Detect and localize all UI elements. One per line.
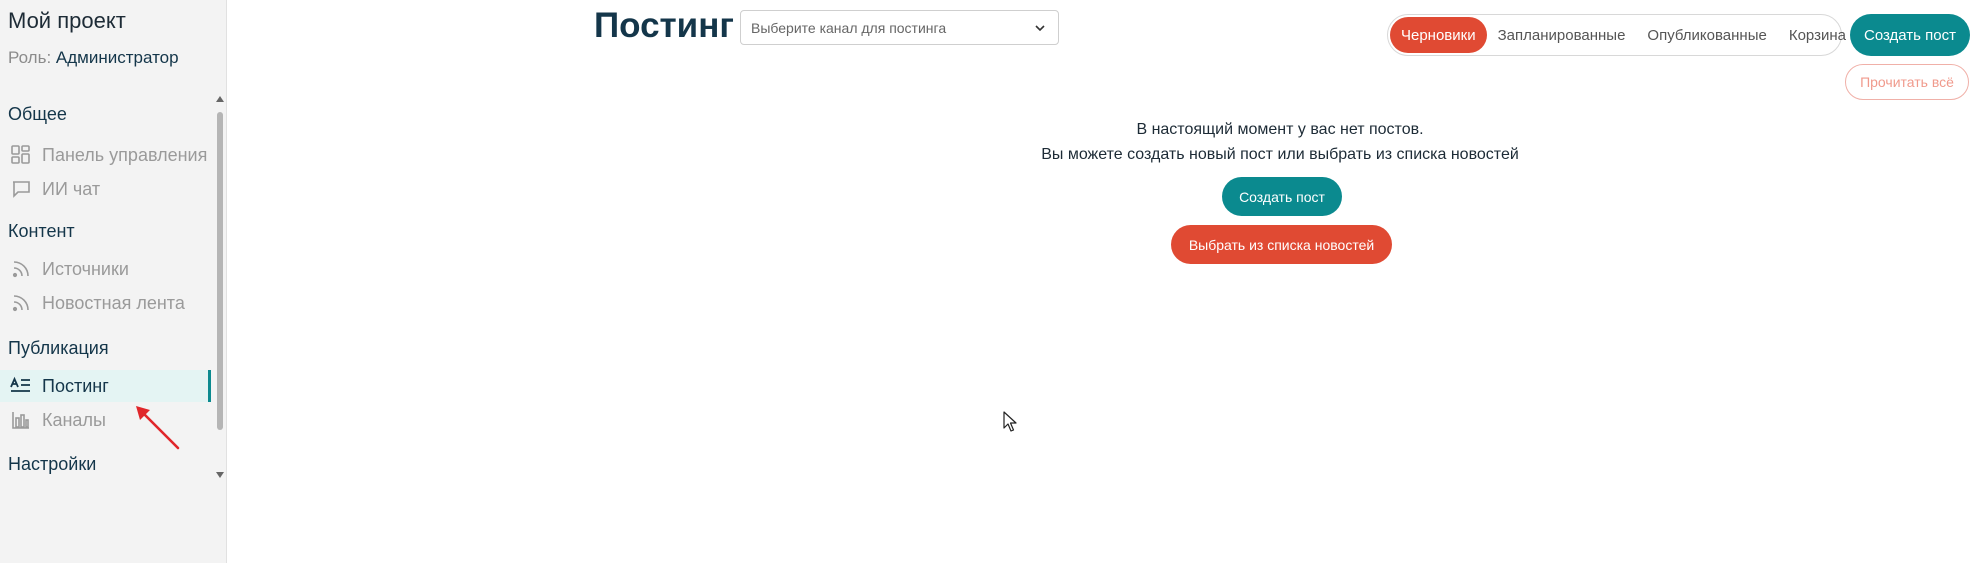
bar-chart-icon — [10, 409, 32, 431]
empty-state-hint: Вы можете создать новый пост или выбрать… — [1041, 146, 1519, 163]
text-align-icon — [10, 375, 32, 397]
sidebar-item-sources[interactable]: Источники — [0, 253, 211, 285]
sidebar-item-label: Каналы — [42, 409, 106, 430]
sidebar-item-dashboard[interactable]: Панель управления — [0, 139, 211, 171]
dashboard-icon — [10, 144, 32, 166]
tab-trash[interactable]: Корзина — [1778, 17, 1857, 53]
scroll-thumb[interactable] — [217, 112, 223, 430]
sidebar: Мой проект Роль: Администратор Общее Пан… — [0, 0, 227, 563]
sidebar-item-label: Источники — [42, 258, 129, 279]
status-tabs: Черновики Запланированные Опубликованные… — [1387, 14, 1846, 56]
section-title-content: Контент — [8, 221, 75, 241]
sidebar-item-label: Новостная лента — [42, 292, 185, 313]
chat-icon — [10, 178, 32, 200]
role-line: Роль: Администратор — [8, 48, 179, 68]
create-post-button[interactable]: Создать пост — [1850, 14, 1970, 56]
scroll-up-arrow-icon[interactable] — [216, 96, 224, 102]
sidebar-item-label: Панель управления — [42, 144, 208, 165]
read-all-button[interactable]: Прочитать всё — [1845, 64, 1969, 100]
tab-scheduled[interactable]: Запланированные — [1487, 17, 1637, 53]
section-title-general: Общее — [8, 104, 67, 124]
chevron-down-icon — [1035, 24, 1045, 31]
sidebar-item-label: Постинг — [42, 375, 109, 396]
tab-published[interactable]: Опубликованные — [1636, 17, 1777, 53]
mouse-cursor-icon — [1003, 411, 1017, 432]
project-title: Мой проект — [8, 8, 126, 33]
choose-from-news-button[interactable]: Выбрать из списка новостей — [1171, 225, 1392, 264]
rss-icon — [10, 258, 32, 280]
role-value: Администратор — [55, 48, 179, 67]
sidebar-item-news-feed[interactable]: Новостная лента — [0, 287, 211, 319]
sidebar-scrollbar[interactable] — [214, 96, 226, 478]
channel-select[interactable]: Выберите канал для постинга — [740, 10, 1059, 45]
sidebar-item-label: ИИ чат — [42, 178, 101, 199]
scroll-down-arrow-icon[interactable] — [216, 472, 224, 478]
page-title: Постинг — [594, 6, 734, 45]
section-title-settings[interactable]: Настройки — [8, 454, 96, 475]
role-label: Роль: — [8, 48, 52, 67]
channel-select-placeholder: Выберите канал для постинга — [751, 19, 947, 36]
sidebar-item-ai-chat[interactable]: ИИ чат — [0, 173, 211, 205]
red-annotation-arrow-icon — [136, 406, 180, 450]
section-title-publication: Публикация — [8, 338, 109, 358]
rss-icon — [10, 292, 32, 314]
tab-drafts[interactable]: Черновики — [1390, 17, 1487, 53]
empty-state-message: В настоящий момент у вас нет постов. — [1136, 121, 1424, 138]
empty-create-post-button[interactable]: Создать пост — [1222, 177, 1342, 216]
